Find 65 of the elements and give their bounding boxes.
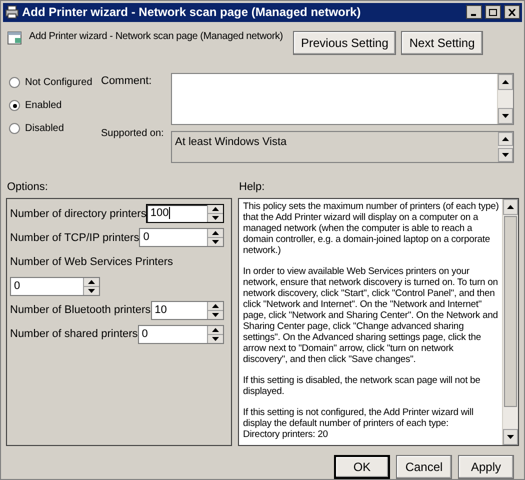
radio-button[interactable] xyxy=(9,100,20,112)
maximize-icon xyxy=(489,8,497,16)
comment-label: Comment: xyxy=(101,74,153,90)
printer-icon xyxy=(5,5,19,20)
spin-field[interactable]: 0 xyxy=(139,228,224,248)
spin-up-icon[interactable] xyxy=(212,304,219,308)
field-value: 10 xyxy=(154,302,168,318)
dialog-button[interactable]: Apply xyxy=(458,455,514,479)
spin-field[interactable]: 0 xyxy=(138,324,224,344)
help-text: This policy sets the maximum number of printers (of each type) that the Add Printer wizard will display on a computer on a managed network (when the computer is able to reach a domain controller, e.g. a domain-joined laptop on a corporate network.) xyxy=(243,201,499,256)
field-value: 0 xyxy=(140,326,149,342)
window-title: Add Printer wizard - Network scan page (Managed network) xyxy=(22,4,362,22)
spin-field[interactable]: 100 xyxy=(146,204,224,224)
scroll-down-icon[interactable] xyxy=(507,435,514,439)
dialog-button[interactable]: Cancel xyxy=(396,455,452,479)
field-value: 100 xyxy=(149,206,171,222)
comment-field[interactable] xyxy=(171,73,514,126)
spin-down-icon[interactable] xyxy=(212,240,219,244)
option-label: Number of directory printers xyxy=(10,206,146,222)
field-value: 0 xyxy=(142,230,150,246)
scrollbar[interactable] xyxy=(502,199,518,445)
help-text: In order to view available Web Services printers on your network, ensure that network discovery is turned on. To turn on network discovery, click "Start", click "Control Panel", and then click "Network and Internet". On the "Network and Internet" page, click "Network and Sharing Center". On the Network and Sharing Center page, click "Change advanced sharing settings". On the Advanced sharing settings page, click the arrow next to "Domain" arrow, click "turn on network discovery", and then click "Save changes". xyxy=(243,266,499,366)
setting-nav-button[interactable]: Previous Setting xyxy=(293,30,396,55)
scrollbar[interactable] xyxy=(497,74,513,124)
help-text: If this setting is not configured, the Add Printer wizard will display the default number of printers of each type: xyxy=(243,407,474,430)
maximize-button[interactable] xyxy=(485,5,501,20)
radio-button[interactable] xyxy=(9,77,20,88)
scroll-up-icon[interactable] xyxy=(502,137,509,142)
help-label: Help: xyxy=(239,180,265,196)
minimize-button[interactable] xyxy=(466,5,482,20)
policy-icon xyxy=(7,30,23,46)
spin-down-icon[interactable] xyxy=(212,216,219,220)
spin-down-icon[interactable] xyxy=(88,288,95,293)
scroll-down-icon[interactable] xyxy=(502,153,509,158)
field-value: 0 xyxy=(13,278,22,294)
spin-up-icon[interactable] xyxy=(212,207,219,212)
radio-label: Enabled xyxy=(25,99,62,114)
radio-label: Not Configured xyxy=(25,76,92,90)
help-text: If this setting is disabled, the network scan page will not be displayed. xyxy=(243,375,482,398)
spin-field[interactable]: 0 xyxy=(10,276,100,296)
scroll-up-icon[interactable] xyxy=(507,205,514,210)
spin-up-icon[interactable] xyxy=(212,328,219,332)
option-label: Number of shared printers xyxy=(10,327,138,342)
policy-name: Add Printer wizard - Network scan page (Managed network) xyxy=(29,30,284,44)
option-label: Number of TCP/IP printers xyxy=(10,230,140,246)
options-label: Options: xyxy=(7,180,49,196)
help-text: Directory printers: 20 xyxy=(243,429,329,440)
spin-up-icon[interactable] xyxy=(88,280,95,284)
spin-up-icon[interactable] xyxy=(212,231,219,236)
radio-label: Disabled xyxy=(25,122,64,136)
spin-field[interactable]: 10 xyxy=(150,300,224,320)
supported-value: At least Windows Vista xyxy=(174,135,288,150)
setting-nav-button[interactable]: Next Setting xyxy=(401,30,483,55)
scroll-down-icon[interactable] xyxy=(502,114,509,118)
spin-down-icon[interactable] xyxy=(212,336,219,341)
scrollbar[interactable] xyxy=(497,132,513,162)
radio-button[interactable] xyxy=(9,123,20,134)
supported-label: Supported on: xyxy=(101,126,165,140)
close-button[interactable] xyxy=(504,5,520,20)
spin-down-icon[interactable] xyxy=(212,312,219,317)
option-label: Number of Bluetooth printers xyxy=(10,303,151,318)
dialog-button[interactable]: OK xyxy=(334,455,390,479)
close-icon xyxy=(508,8,516,16)
scroll-up-icon[interactable] xyxy=(502,80,509,84)
option-label: Number of Web Services Printers xyxy=(10,255,174,270)
